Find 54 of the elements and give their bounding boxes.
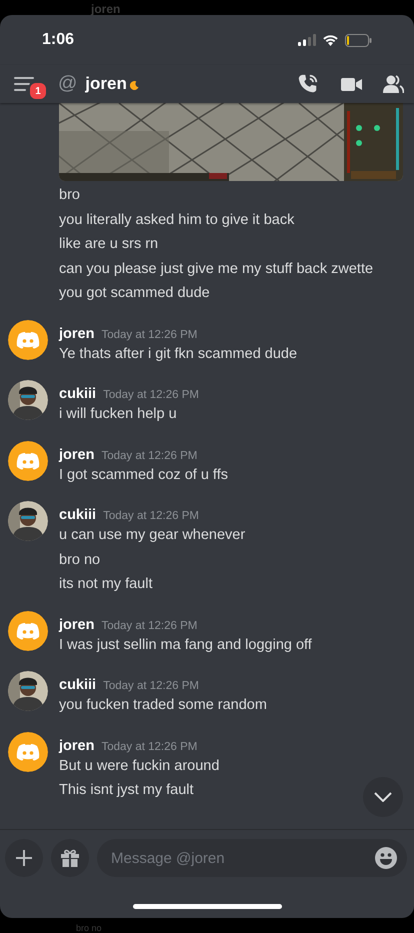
message-text: But u were fuckin around <box>59 756 220 776</box>
discord-logo-avatar[interactable] <box>8 610 48 650</box>
message-text: I got scammed coz of u ffs <box>59 466 228 484</box>
message-text: you got scammed dude <box>58 284 211 303</box>
message-text: u can use my gear whenever <box>59 526 246 545</box>
wifi-icon <box>322 34 339 46</box>
timestamp: Today at 12:26 PM <box>101 740 198 754</box>
scroll-down-button[interactable] <box>363 777 403 817</box>
author-name[interactable]: joren <box>59 616 94 632</box>
timestamp: Today at 12:26 PM <box>101 328 198 342</box>
message-text: can you please just give me my stuff back zwette <box>58 260 374 278</box>
author-name[interactable]: cukiii <box>59 677 96 693</box>
timestamp: Today at 12:26 PM <box>103 679 199 694</box>
phone-icon[interactable] <box>297 73 319 95</box>
discord-logo-avatar[interactable] <box>8 320 48 360</box>
author-name[interactable]: joren <box>59 326 94 342</box>
channel-title: joren <box>85 74 127 94</box>
author-name[interactable]: joren <box>59 446 94 462</box>
unread-badge: 1 <box>28 81 48 101</box>
message-text: I was just sellin ma fang and logging off <box>59 636 312 654</box>
gift-button[interactable] <box>51 839 89 877</box>
add-button[interactable] <box>5 839 43 877</box>
menu-icon <box>14 76 36 92</box>
battery-icon <box>345 34 372 46</box>
message-input[interactable]: Message @joren <box>97 839 407 877</box>
discord-logo-avatar[interactable] <box>8 732 48 772</box>
discord-logo-avatar[interactable] <box>8 440 48 480</box>
message-text: like are u srs rn <box>58 235 160 254</box>
message-text: Ye thats after i git fkn scammed dude <box>59 344 298 364</box>
gift-icon <box>60 848 80 868</box>
timestamp: Today at 12:26 PM <box>101 448 198 464</box>
message-text: i will fucken help u <box>59 405 178 424</box>
message-text: you literally asked him to give it back <box>58 210 296 230</box>
emoji-icon[interactable] <box>375 847 397 869</box>
author-name[interactable]: joren <box>59 738 94 754</box>
author-name[interactable]: cukiii <box>59 507 96 523</box>
timestamp: Today at 12:26 PM <box>103 388 199 403</box>
signal-icon <box>298 34 316 46</box>
chevron-down-icon <box>374 792 392 802</box>
people-icon[interactable] <box>383 75 404 93</box>
message-text: bro no <box>59 550 102 570</box>
at-sign: @ <box>58 73 78 95</box>
message-text: This isnt jyst my fault <box>59 781 195 800</box>
moon-icon <box>130 81 139 90</box>
message-text: its not my fault <box>59 575 154 594</box>
message-text: you fucken traded some random <box>59 696 267 715</box>
plus-icon <box>15 849 33 867</box>
timestamp: Today at 12:26 PM <box>101 618 198 634</box>
backdrop-message: bro no <box>76 922 102 933</box>
message-text: bro <box>58 186 81 205</box>
status-time: 1:06 <box>42 31 74 49</box>
video-camera-icon[interactable] <box>341 76 362 92</box>
timestamp: Today at 12:26 PM <box>103 509 199 524</box>
author-name[interactable]: cukiii <box>59 386 96 402</box>
